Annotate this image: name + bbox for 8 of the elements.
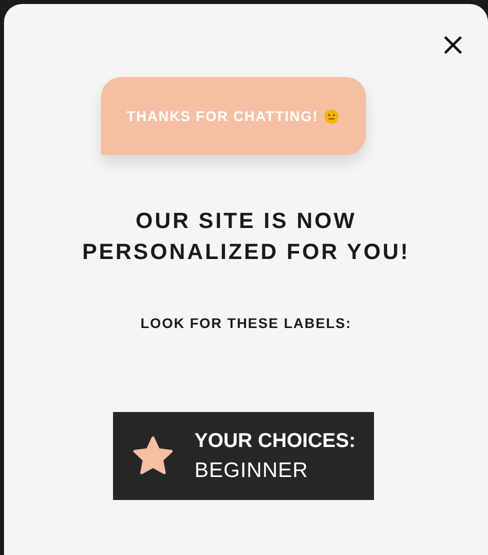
heading: OUR SITE IS NOW PERSONALIZED FOR YOU! — [81, 207, 411, 266]
close-icon — [443, 35, 463, 55]
star-icon — [130, 435, 174, 477]
emoji-icon — [324, 108, 340, 124]
label-title: YOUR CHOICES: — [194, 429, 356, 454]
chat-message: THANKS FOR CHATTING! — [126, 106, 318, 126]
label-value: BEGINNER — [194, 458, 310, 484]
subheading: LOOK FOR THESE LABELS: — [140, 314, 352, 333]
